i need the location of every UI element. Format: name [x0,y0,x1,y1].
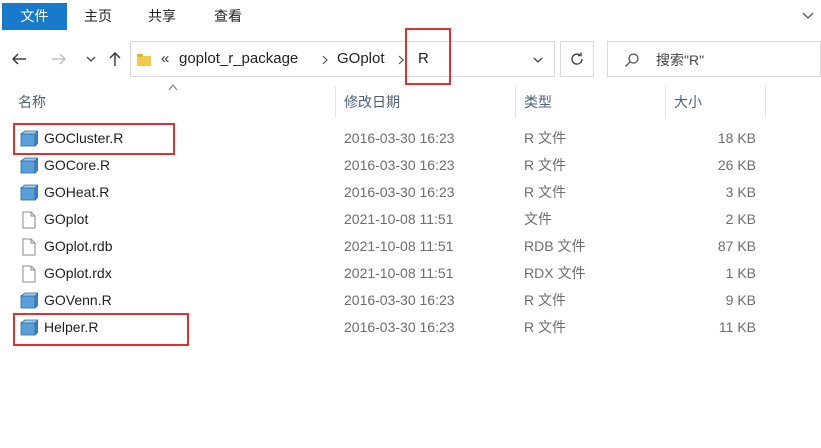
file-type: R 文件 [524,157,566,173]
r-script-icon [20,184,38,201]
folder-icon [137,54,151,66]
file-type: R 文件 [524,184,566,200]
tab-home[interactable]: 主页 [74,3,122,30]
search-input[interactable] [656,51,816,69]
file-row[interactable]: GOplot.rdx 2021-10-08 11:51 RDX 文件 1 KB [0,260,821,287]
forward-button[interactable] [48,48,70,70]
blank-file-icon [22,238,36,256]
tab-share[interactable]: 共享 [138,3,186,30]
r-script-icon [20,292,38,309]
file-type: R 文件 [524,319,566,335]
column-header-type-label: 类型 [524,94,552,110]
blank-file-icon [22,265,36,283]
up-button[interactable] [104,48,126,70]
file-name: GOplot.rdb [44,238,113,254]
column-header-type[interactable]: 类型 [516,86,666,118]
file-size: 3 KB [725,184,756,200]
back-button[interactable] [8,48,30,70]
highlight-box-address-r [405,28,451,85]
highlight-box-helper [13,313,189,346]
chevron-down-icon[interactable] [531,54,545,66]
blank-file-icon [22,211,36,229]
recent-locations-button[interactable] [80,48,102,70]
column-header-size-label: 大小 [674,94,702,110]
r-script-icon [20,157,38,174]
file-type: RDB 文件 [524,238,586,254]
highlight-box-gocluster [13,123,175,155]
file-size: 18 KB [717,130,756,146]
column-header-date-label: 修改日期 [344,94,400,110]
file-date: 2016-03-30 16:23 [344,130,455,146]
breadcrumb-goplot-r-package[interactable]: goplot_r_package [179,50,298,67]
file-date: 2016-03-30 16:23 [344,319,455,335]
file-type: R 文件 [524,130,566,146]
file-name: GOVenn.R [44,292,112,308]
file-size: 2 KB [725,211,756,227]
file-name: GOHeat.R [44,184,110,200]
file-row[interactable]: GOCore.R 2016-03-30 16:23 R 文件 26 KB [0,152,821,179]
file-row[interactable]: GOplot 2021-10-08 11:51 文件 2 KB [0,206,821,233]
arrow-left-icon [12,53,26,65]
file-date: 2021-10-08 11:51 [344,265,454,281]
file-date: 2016-03-30 16:23 [344,292,455,308]
file-row[interactable]: GOplot.rdb 2021-10-08 11:51 RDB 文件 87 KB [0,233,821,260]
file-size: 1 KB [725,265,756,281]
file-date: 2016-03-30 16:23 [344,184,455,200]
chevron-right-icon[interactable] [397,55,405,65]
file-date: 2016-03-30 16:23 [344,157,455,173]
refresh-icon [571,52,583,65]
chevron-down-icon [86,56,96,62]
column-header-name[interactable]: 名称 [10,86,336,118]
file-size: 26 KB [717,157,756,173]
file-type: R 文件 [524,292,566,308]
address-overflow[interactable]: « [161,50,169,67]
file-name: GOplot [44,211,89,227]
file-date: 2021-10-08 11:51 [344,238,454,254]
file-type: RDX 文件 [524,265,586,281]
tab-file[interactable]: 文件 [2,3,67,30]
file-type: 文件 [524,211,552,227]
column-header-date[interactable]: 修改日期 [336,86,516,118]
chevron-right-icon[interactable] [321,55,329,65]
arrow-right-icon [52,53,66,65]
refresh-button[interactable] [560,41,594,77]
tab-view[interactable]: 查看 [204,3,252,30]
file-name: GOplot.rdx [44,265,112,281]
column-header-name-label: 名称 [18,94,46,110]
arrow-up-icon [109,52,121,66]
file-row[interactable]: GOHeat.R 2016-03-30 16:23 R 文件 3 KB [0,179,821,206]
address-bar[interactable]: « goplot_r_package GOplot R [130,41,555,77]
file-date: 2021-10-08 11:51 [344,211,454,227]
breadcrumb-goplot[interactable]: GOplot [337,50,385,67]
file-size: 87 KB [717,238,756,254]
search-box[interactable] [607,41,821,77]
file-name: GOCore.R [44,157,111,173]
search-icon [625,53,639,67]
column-header-size[interactable]: 大小 [666,86,766,118]
file-size: 11 KB [718,319,756,335]
column-divider[interactable] [765,86,766,118]
expand-ribbon-chevron-icon[interactable] [801,8,815,22]
file-row[interactable]: GOVenn.R 2016-03-30 16:23 R 文件 9 KB [0,287,821,314]
file-size: 9 KB [725,292,756,308]
